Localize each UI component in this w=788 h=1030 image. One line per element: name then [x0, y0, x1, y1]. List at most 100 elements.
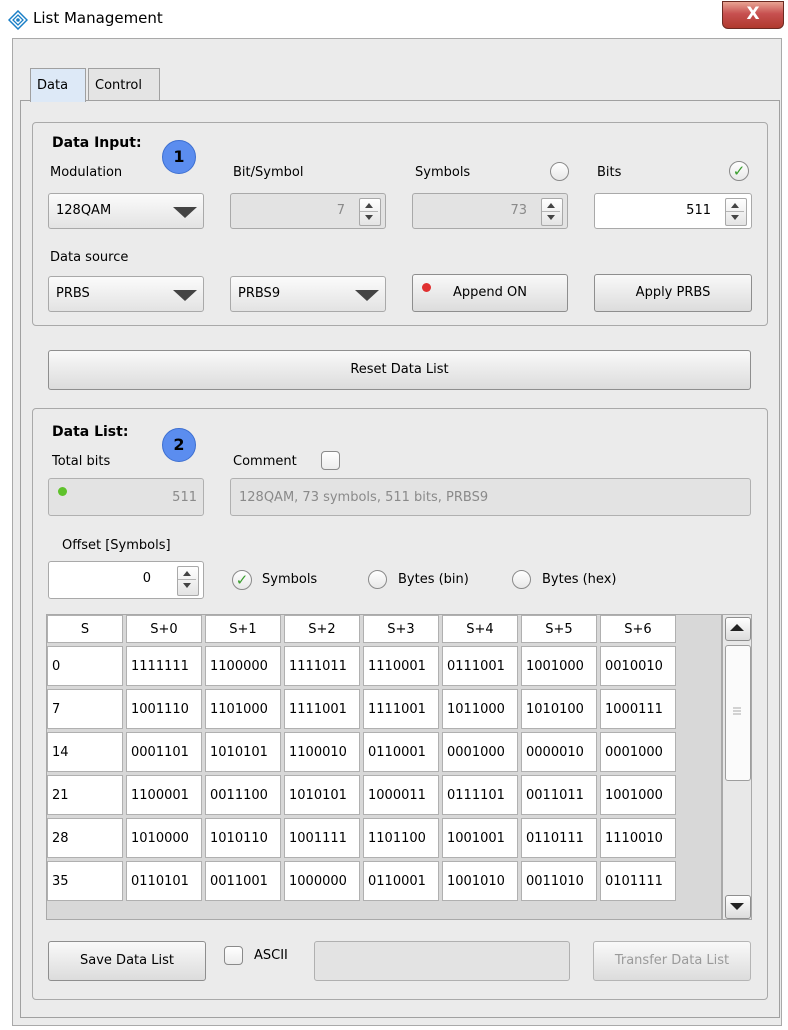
apply-prbs-button[interactable]: Apply PRBS: [594, 274, 752, 312]
total-bits-label: Total bits: [52, 454, 111, 469]
symbols-stepper-icon[interactable]: [541, 198, 563, 226]
ascii-text-field[interactable]: [314, 941, 570, 981]
save-data-list-button[interactable]: Save Data List: [48, 941, 206, 981]
table-cell[interactable]: 1001110: [126, 689, 202, 729]
table-cell[interactable]: 1100001: [126, 775, 202, 815]
table-cell[interactable]: 1101000: [205, 689, 281, 729]
window-title: List Management: [33, 9, 163, 27]
scroll-thumb[interactable]: [725, 645, 751, 781]
scroll-up-button[interactable]: [725, 617, 751, 641]
table-cell[interactable]: 1001001: [442, 818, 518, 858]
bit-symbol-stepper-icon[interactable]: [359, 198, 381, 226]
table-cell[interactable]: 35: [47, 861, 123, 901]
data-source-select[interactable]: PRBS: [48, 276, 204, 312]
table-cell[interactable]: 1010101: [205, 732, 281, 772]
symbols-radio[interactable]: [550, 162, 569, 181]
modulation-select[interactable]: 128QAM: [48, 193, 204, 229]
table-cell[interactable]: 1010100: [521, 689, 597, 729]
table-cell[interactable]: 1001010: [442, 861, 518, 901]
table-cell[interactable]: 1111001: [284, 689, 360, 729]
comment-value: 128QAM, 73 symbols, 511 bits, PRBS9: [239, 490, 489, 505]
offset-stepper-icon[interactable]: [177, 566, 199, 596]
table-cell[interactable]: 1111001: [363, 689, 439, 729]
table-cell[interactable]: 0011011: [521, 775, 597, 815]
table-cell[interactable]: 0011100: [205, 775, 281, 815]
table-cell[interactable]: 1111011: [284, 646, 360, 686]
bits-radio-checked-icon[interactable]: ✓: [729, 161, 749, 181]
table-cell[interactable]: 0001101: [126, 732, 202, 772]
table-cell[interactable]: 1001000: [600, 775, 676, 815]
table-cell[interactable]: 0110001: [363, 732, 439, 772]
column-header[interactable]: S+4: [442, 615, 518, 643]
table-cell[interactable]: 0110101: [126, 861, 202, 901]
table-cell[interactable]: 1010110: [205, 818, 281, 858]
column-header[interactable]: S: [47, 615, 123, 643]
table-cell[interactable]: 7: [47, 689, 123, 729]
table-cell[interactable]: 0001000: [600, 732, 676, 772]
table-cell[interactable]: 1111111: [126, 646, 202, 686]
table-cell[interactable]: 1011000: [442, 689, 518, 729]
table-cell[interactable]: 1000011: [363, 775, 439, 815]
table-cell[interactable]: 0: [47, 646, 123, 686]
comment-checkbox[interactable]: [321, 451, 340, 470]
list-management-window: List Management X Data Control Data Inpu…: [0, 0, 788, 1030]
view-bytes-hex-label: Bytes (hex): [542, 572, 617, 587]
column-header[interactable]: S+5: [521, 615, 597, 643]
table-cell[interactable]: 0011010: [521, 861, 597, 901]
column-header[interactable]: S+1: [205, 615, 281, 643]
bit-symbol-spinbox[interactable]: 7: [230, 193, 386, 229]
table-cell[interactable]: 0011001: [205, 861, 281, 901]
table-cell[interactable]: 1010101: [284, 775, 360, 815]
callout-badge-1: 1: [162, 140, 196, 174]
append-on-button[interactable]: Append ON: [412, 274, 568, 312]
table-cell[interactable]: 21: [47, 775, 123, 815]
modulation-label: Modulation: [50, 165, 123, 180]
table-cell[interactable]: 1100000: [205, 646, 281, 686]
column-header[interactable]: S+3: [363, 615, 439, 643]
table-cell[interactable]: 0001000: [442, 732, 518, 772]
transfer-data-list-button[interactable]: Transfer Data List: [593, 941, 751, 981]
table-cell[interactable]: 0000010: [521, 732, 597, 772]
bytes-hex-radio[interactable]: [512, 570, 531, 589]
symbols-spinbox[interactable]: 73: [412, 193, 568, 229]
table-cell[interactable]: 1001111: [284, 818, 360, 858]
bit-symbol-value: 7: [336, 203, 345, 218]
table-cell[interactable]: 0111001: [442, 646, 518, 686]
column-header[interactable]: S+0: [126, 615, 202, 643]
column-header[interactable]: S+6: [600, 615, 676, 643]
comment-field[interactable]: 128QAM, 73 symbols, 511 bits, PRBS9: [230, 478, 751, 516]
table-cell[interactable]: 0110001: [363, 861, 439, 901]
scroll-down-button[interactable]: [725, 895, 751, 919]
bytes-bin-radio[interactable]: [368, 570, 387, 589]
symbols-view-radio-checked-icon[interactable]: ✓: [232, 570, 252, 590]
table-cell[interactable]: 1000000: [284, 861, 360, 901]
table-cell[interactable]: 14: [47, 732, 123, 772]
table-vertical-scrollbar[interactable]: [722, 614, 752, 920]
close-button[interactable]: X: [722, 1, 784, 29]
table-cell[interactable]: 0101111: [600, 861, 676, 901]
bits-spinbox[interactable]: 511: [594, 193, 752, 229]
chevron-down-icon: [173, 290, 197, 301]
prbs-type-select[interactable]: PRBS9: [230, 276, 386, 312]
tab-control[interactable]: Control: [88, 68, 160, 101]
table-cell[interactable]: 28: [47, 818, 123, 858]
table-cell[interactable]: 0010010: [600, 646, 676, 686]
chevron-down-icon: [355, 290, 379, 301]
symbols-label: Symbols: [415, 165, 471, 180]
table-cell[interactable]: 1100010: [284, 732, 360, 772]
bits-stepper-icon[interactable]: [725, 198, 747, 226]
table-cell[interactable]: 0110111: [521, 818, 597, 858]
table-cell[interactable]: 1000111: [600, 689, 676, 729]
table-cell[interactable]: 0111101: [442, 775, 518, 815]
table-cell[interactable]: 1110010: [600, 818, 676, 858]
reset-data-list-button[interactable]: Reset Data List: [48, 350, 751, 390]
table-cell[interactable]: 1001000: [521, 646, 597, 686]
data-list-heading: Data List:: [52, 424, 129, 440]
offset-spinbox[interactable]: 0: [48, 561, 204, 599]
table-cell[interactable]: 1110001: [363, 646, 439, 686]
table-cell[interactable]: 1010000: [126, 818, 202, 858]
column-header[interactable]: S+2: [284, 615, 360, 643]
table-cell[interactable]: 1101100: [363, 818, 439, 858]
tab-data[interactable]: Data: [30, 68, 86, 102]
ascii-checkbox[interactable]: [224, 946, 243, 965]
